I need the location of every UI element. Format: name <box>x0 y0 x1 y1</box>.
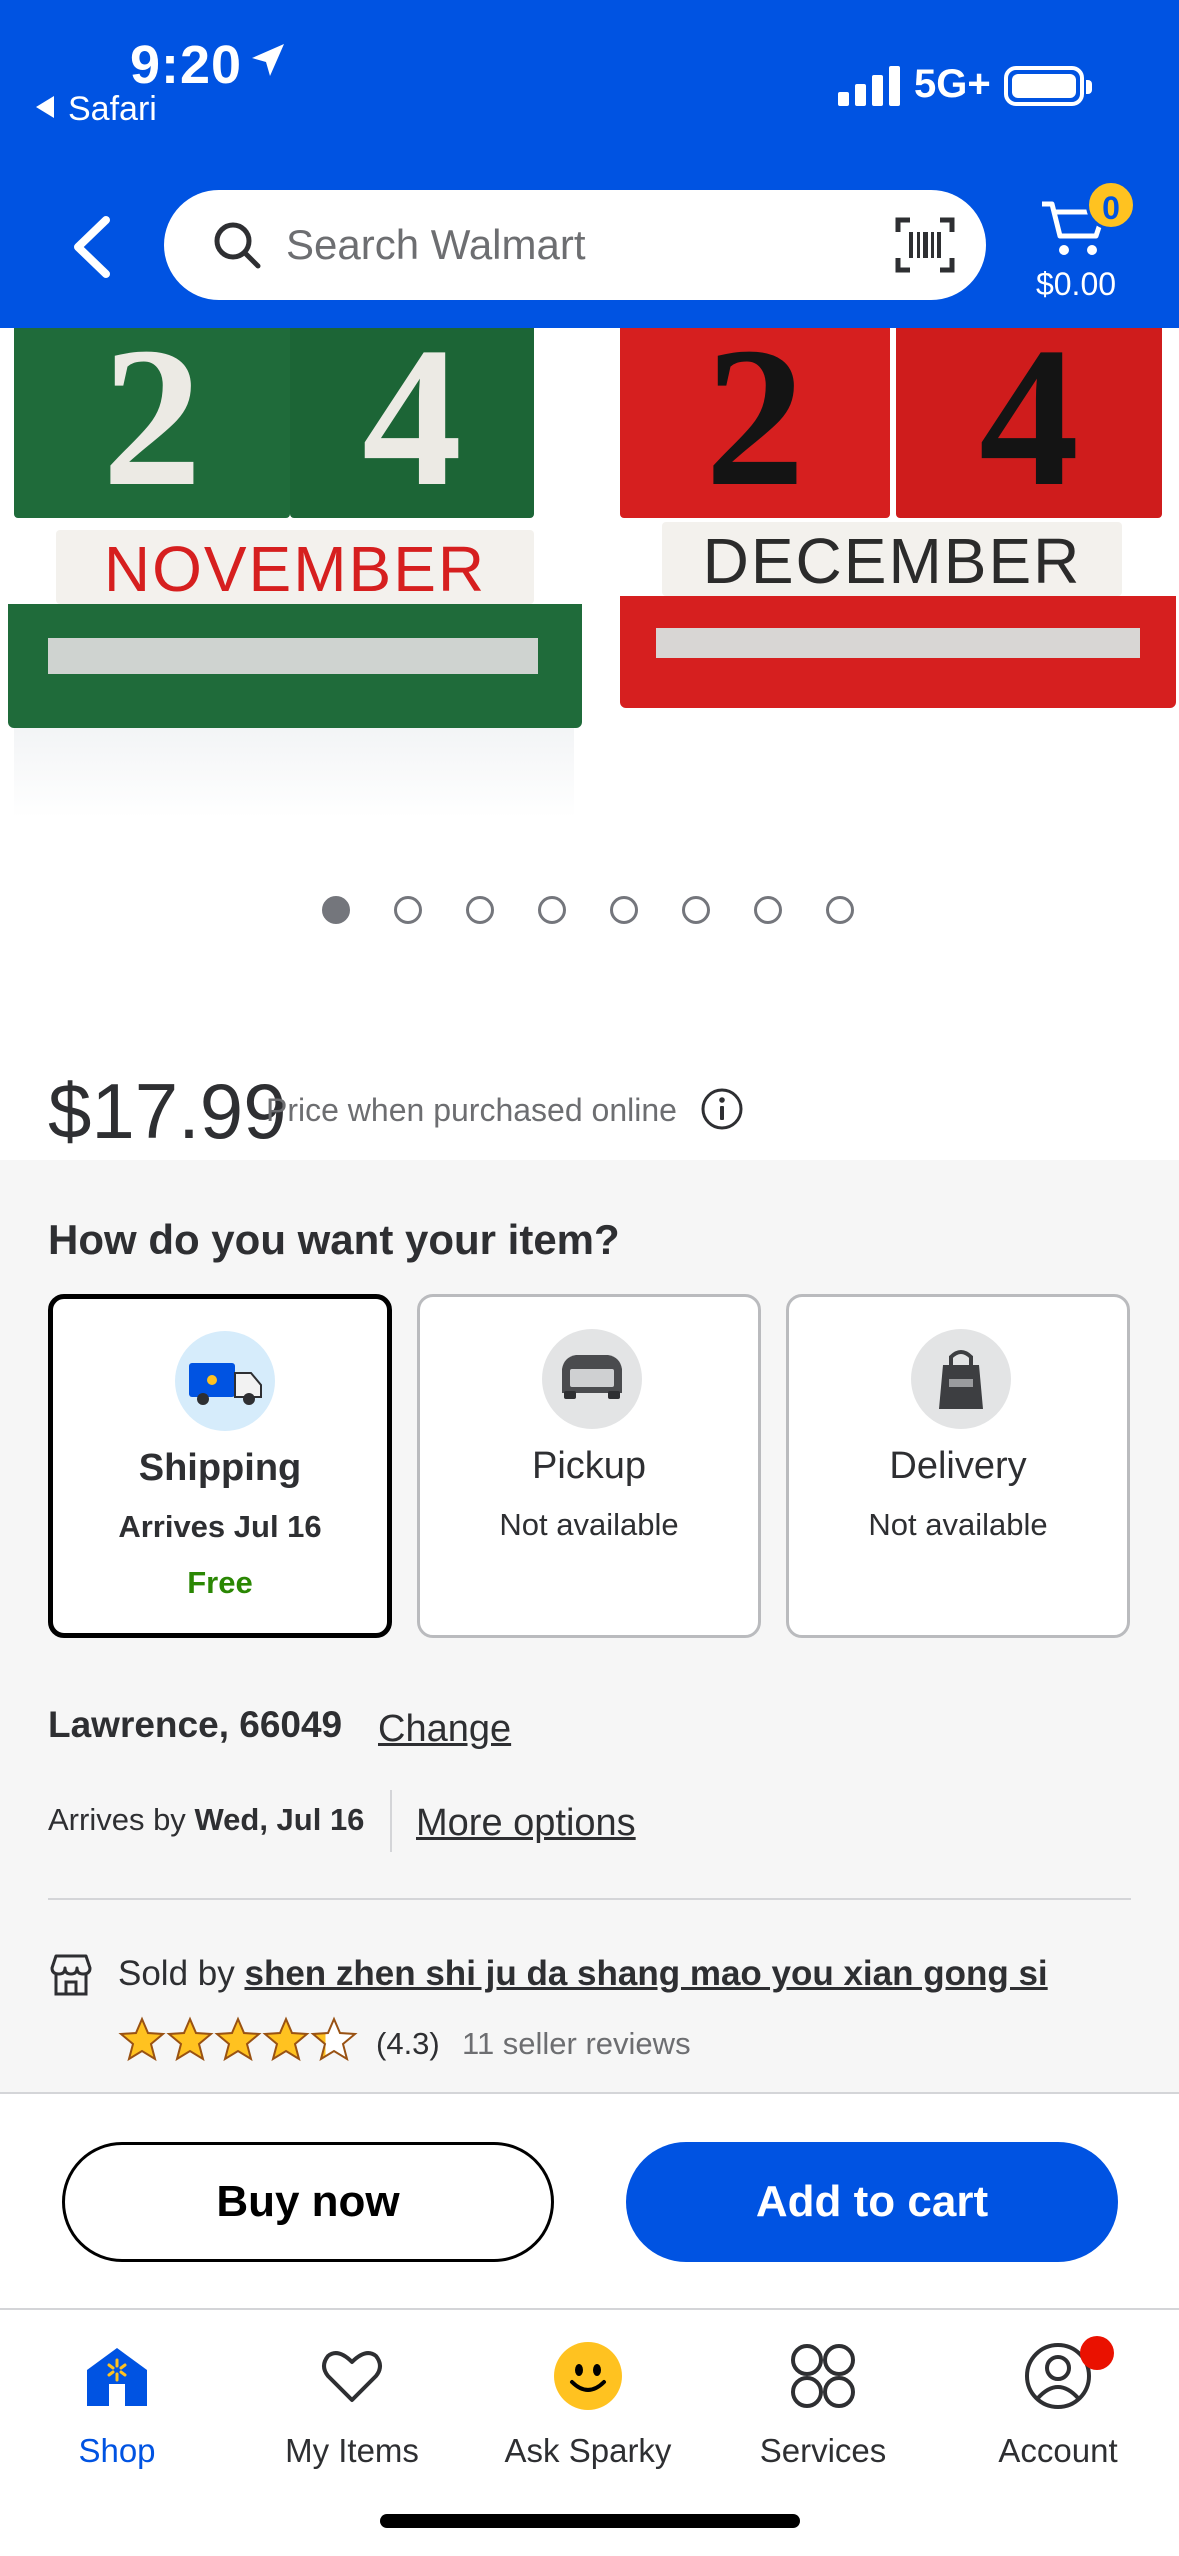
cart-button[interactable]: 0 $0.00 <box>1026 180 1156 310</box>
arrives-date: Wed, Jul 16 <box>194 1802 365 1837</box>
barcode-scan-icon[interactable] <box>894 216 956 274</box>
fulfillment-title: How do you want your item? <box>48 1216 620 1263</box>
location-arrow-icon <box>252 44 284 76</box>
tab-ask-sparky[interactable]: Ask Sparky <box>488 2340 688 2490</box>
back-to-app[interactable]: Safari <box>36 90 157 129</box>
info-icon[interactable] <box>700 1087 744 1131</box>
carousel-dot-7[interactable] <box>754 896 782 924</box>
product-price: $17.99 <box>48 1067 287 1155</box>
base-shelf <box>656 628 1140 658</box>
back-triangle-icon <box>36 96 54 118</box>
option-title: Pickup <box>531 1445 647 1487</box>
change-location-link[interactable]: Change <box>378 1708 511 1751</box>
month-plate: NOVEMBER <box>56 530 534 605</box>
option-free-label: Free <box>187 1565 253 1600</box>
carousel-dot-8[interactable] <box>826 896 854 924</box>
search-icon <box>214 222 261 269</box>
star-icon <box>118 2016 166 2062</box>
heart-icon <box>322 2351 382 2402</box>
star-icon <box>262 2016 310 2062</box>
cart-count-badge: 0 <box>1086 180 1136 230</box>
fulfillment-section: How do you want your item? Shipping Arri… <box>0 1160 1179 2092</box>
option-shipping[interactable]: Shipping Arrives Jul 16 Free <box>48 1294 392 1638</box>
carousel-dot-3[interactable] <box>466 896 494 924</box>
option-pickup[interactable]: Pickup Not available <box>417 1294 761 1638</box>
pickup-car-icon <box>542 1329 642 1429</box>
digit-block: 4 <box>896 328 1162 528</box>
services-icon <box>791 2344 855 2408</box>
sold-by: Sold by shen zhen shi ju da shang mao yo… <box>118 1954 1048 1994</box>
cellular-signal-icon <box>838 66 900 106</box>
digit-block: 4 <box>290 328 534 528</box>
search-input[interactable] <box>286 214 806 276</box>
star-icon <box>166 2016 214 2062</box>
option-subtitle: Not available <box>868 1507 1048 1542</box>
seller-reviews-link[interactable]: 11 seller reviews <box>462 2026 691 2062</box>
calendar-block-set-green: 2 4 NOVEMBER <box>8 328 582 748</box>
top-app-bar: 9:20 Safari 5G+ Search Walmart 0 $0.00 <box>0 0 1179 328</box>
calendar-block-set-red: 2 4 DECEMBER <box>620 328 1176 748</box>
seller-rating-stars <box>118 2016 358 2062</box>
more-options-link[interactable]: More options <box>416 1802 636 1845</box>
carousel-dot-6[interactable] <box>682 896 710 924</box>
back-chevron-icon[interactable] <box>66 212 118 282</box>
search-bar[interactable] <box>164 190 986 300</box>
notification-dot <box>1080 2336 1114 2370</box>
arrival-estimate: Arrives by Wed, Jul 16 <box>48 1802 364 1838</box>
option-title: Shipping <box>138 1447 302 1489</box>
buy-now-button[interactable]: Buy now <box>62 2142 554 2262</box>
option-delivery[interactable]: Delivery Not available <box>786 1294 1130 1638</box>
star-icon <box>214 2016 262 2062</box>
sparky-icon <box>554 2342 622 2410</box>
tab-account[interactable]: Account <box>958 2336 1158 2490</box>
tab-label: Ask Sparky <box>504 2432 672 2469</box>
battery-icon <box>1004 66 1092 106</box>
seller-name-link[interactable]: shen zhen shi ju da shang mao you xian g… <box>244 1954 1047 1993</box>
product-image[interactable]: 2 4 NOVEMBER 2 4 DECEMBER <box>0 328 1179 828</box>
digit-text: 2 <box>102 328 202 528</box>
price-note: Price when purchased online <box>266 1092 677 1128</box>
store-icon <box>50 1954 92 1996</box>
month-plate: DECEMBER <box>662 522 1122 597</box>
carousel-dot-2[interactable] <box>394 896 422 924</box>
star-icon <box>310 2016 358 2062</box>
digit-block: 2 <box>620 328 890 528</box>
option-title: Delivery <box>889 1445 1027 1487</box>
carousel-dot-4[interactable] <box>538 896 566 924</box>
cart-total: $0.00 <box>1035 266 1117 302</box>
tab-label: Account <box>998 2432 1118 2469</box>
arrives-prefix: Arrives by <box>48 1802 186 1837</box>
carousel-dot-1[interactable] <box>322 896 350 924</box>
home-indicator[interactable] <box>380 2514 800 2528</box>
status-time: 9:20 <box>130 35 243 95</box>
shop-icon <box>87 2348 147 2406</box>
back-app-label: Safari <box>68 90 157 128</box>
divider <box>48 1898 1131 1900</box>
digit-block: 2 <box>14 328 290 528</box>
digit-text: 2 <box>705 328 805 528</box>
tab-label: Shop <box>78 2432 156 2469</box>
shipping-truck-icon <box>175 1331 275 1431</box>
digit-text: 4 <box>362 328 462 528</box>
delivery-location: Lawrence, 66049 <box>48 1704 343 1745</box>
tab-label: Services <box>759 2432 887 2469</box>
tab-shop[interactable]: Shop <box>17 2340 217 2490</box>
digit-text: 4 <box>979 328 1079 528</box>
sold-by-prefix: Sold by <box>118 1954 235 1993</box>
purchase-action-bar: Buy now Add to cart <box>0 2092 1179 2308</box>
delivery-bag-icon <box>911 1329 1011 1429</box>
base-shelf <box>48 638 538 674</box>
option-subtitle: Arrives Jul 16 <box>118 1509 322 1544</box>
add-to-cart-button[interactable]: Add to cart <box>626 2142 1118 2262</box>
seller-rating-value: (4.3) <box>376 2026 440 2061</box>
divider <box>390 1790 392 1852</box>
tab-label: My Items <box>285 2432 419 2469</box>
carousel-dot-5[interactable] <box>610 896 638 924</box>
tab-my-items[interactable]: My Items <box>252 2340 452 2490</box>
network-type: 5G+ <box>914 62 991 106</box>
tab-services[interactable]: Services <box>723 2340 923 2490</box>
option-subtitle: Not available <box>499 1507 679 1542</box>
